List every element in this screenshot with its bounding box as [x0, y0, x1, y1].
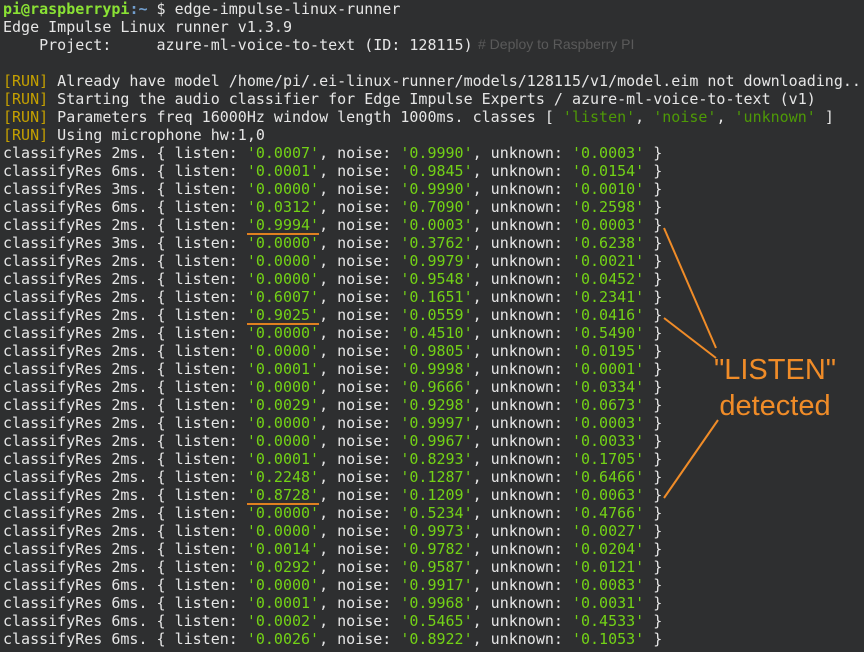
- listen-detected-callout: "LISTEN" detected: [690, 352, 860, 424]
- callout-line-2: detected: [719, 390, 831, 422]
- callout-arrow-3: [663, 419, 719, 499]
- callout-arrow-1: [663, 227, 717, 349]
- terminal-window[interactable]: # Deploy to Raspberry PI pi@raspberrypi:…: [0, 0, 864, 652]
- annotation-overlay: [663, 227, 719, 499]
- callout-line-1: "LISTEN": [713, 354, 837, 386]
